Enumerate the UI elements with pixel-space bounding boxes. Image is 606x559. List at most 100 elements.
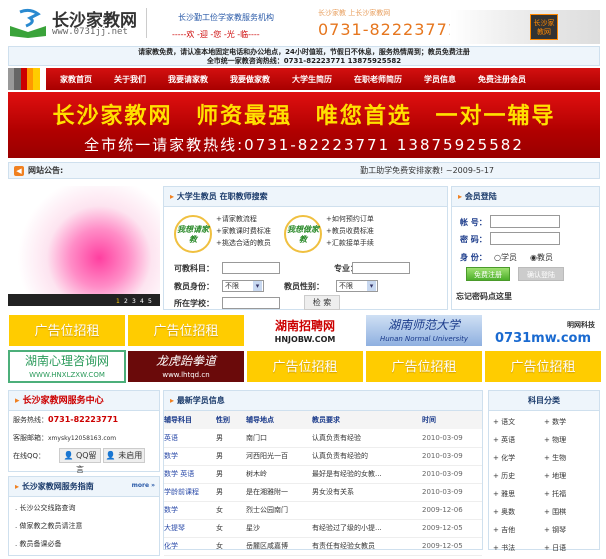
slogan: 长沙勤工俭学家教服务机构 — [178, 13, 274, 22]
ad-0731mw[interactable]: 明网科技 0731mw.com — [484, 314, 602, 347]
category-link[interactable]: + 奥数 — [493, 507, 544, 517]
qq-disabled-button[interactable]: 👤 未启用 — [103, 448, 145, 463]
slide-5[interactable]: 5 — [148, 298, 152, 305]
cell-subject[interactable]: 数学 — [164, 501, 216, 520]
role-student-radio[interactable]: ○学员 — [494, 252, 517, 263]
ad-hunan-normal[interactable]: 湖南师范大学 Hunan Normal University — [365, 314, 483, 347]
login-panel: 会员登陆 帐 号： 密 码： 身 份： ○学员 ◉教员 免费注册 确认登陆 忘记… — [451, 186, 600, 310]
cell-subject[interactable]: 大提琴 — [164, 519, 216, 538]
link-hire-process[interactable]: +请家教流程 — [216, 213, 271, 225]
ad-slot[interactable]: 广告位招租 — [127, 314, 245, 347]
major-input[interactable] — [352, 262, 410, 274]
flash-slideshow[interactable]: 1 2 3 4 5 — [8, 186, 160, 306]
slide-4[interactable]: 4 — [140, 298, 144, 305]
category-link[interactable]: + 日语 — [544, 543, 595, 553]
category-link[interactable]: + 围棋 — [544, 507, 595, 517]
link-choose-teacher[interactable]: +挑选合适的教员 — [216, 237, 271, 249]
cell-subject[interactable]: 学龄前课程 — [164, 483, 216, 502]
category-link[interactable]: + 数学 — [544, 417, 595, 427]
search-button[interactable]: 检 索 — [304, 295, 340, 310]
ad-hnjobw-title: 湖南招聘网 — [274, 319, 335, 333]
category-link[interactable]: + 地理 — [544, 471, 595, 481]
category-link[interactable]: + 历史 — [493, 471, 544, 481]
become-tutor-badge[interactable]: 我想做家教 — [284, 215, 322, 253]
link-book-order[interactable]: +如何预约订单 — [326, 213, 374, 225]
ad-slot[interactable]: 广告位招租 — [484, 350, 602, 383]
notice-band: 请家教免费，请认准本地固定电话和办公地点，24小时值班，节假日不休息，服务热情周… — [8, 46, 600, 66]
link-fee-standard[interactable]: +家教课时费标准 — [216, 225, 271, 237]
subject-input[interactable] — [222, 262, 280, 274]
nav-home[interactable]: 家教首页 — [60, 74, 92, 85]
ad-hnxlzxw[interactable]: 湖南心理咨询网 WWW.HNXLZXW.COM — [8, 350, 126, 383]
guide-item[interactable]: . 做家教之教员请注意 — [15, 521, 82, 531]
cell-subject[interactable]: 数学 英语 — [164, 465, 216, 484]
ad-slot[interactable]: 广告位招租 — [246, 350, 364, 383]
slide-2[interactable]: 2 — [124, 298, 128, 305]
ad-lhtqd[interactable]: 龙虎跆拳道 www.lhtqd.cn — [127, 350, 245, 383]
password-input[interactable] — [490, 232, 560, 245]
category-link[interactable]: + 化学 — [493, 453, 544, 463]
login-button[interactable]: 确认登陆 — [518, 267, 564, 281]
account-input[interactable] — [490, 215, 560, 228]
category-link[interactable]: + 托福 — [544, 489, 595, 499]
nav-about[interactable]: 关于我们 — [114, 74, 146, 85]
link-remit[interactable]: +汇款接单手续 — [326, 237, 374, 249]
account-label: 帐 号： — [460, 218, 487, 227]
cell-requirement: 认真负责有经验 — [312, 429, 422, 448]
table-row[interactable]: 英语男南门口 认真负责有经验 2010-03-09 — [164, 429, 482, 448]
forgot-password-link[interactable]: 忘记密码点这里 — [456, 291, 512, 302]
category-link[interactable]: + 语文 — [493, 417, 544, 427]
hire-tutor-badge[interactable]: 我想请家教 — [174, 215, 212, 253]
school-input[interactable] — [222, 297, 280, 309]
ad-lhtqd-title: 龙虎跆拳道 — [155, 354, 216, 368]
cell-subject[interactable]: 化学 — [164, 537, 216, 556]
category-link[interactable]: + 生物 — [544, 453, 595, 463]
ad-hnjobw[interactable]: 湖南招聘网 HNJOBW.COM — [246, 314, 364, 347]
cell-subject[interactable]: 英语 — [164, 429, 216, 448]
guide-item[interactable]: . 长沙公交线路查询 — [15, 503, 75, 513]
register-button[interactable]: 免费注册 — [466, 267, 510, 281]
service-center: 长沙家教网服务中心 服务热线：0731-82223771 客服邮箱：xmysky… — [8, 390, 160, 474]
header-phone: 0731-82223771 — [318, 20, 459, 39]
category-link[interactable]: + 英语 — [493, 435, 544, 445]
gender-select[interactable]: 不限 — [336, 280, 378, 292]
ad-slot[interactable]: 广告位招租 — [8, 314, 126, 347]
table-row[interactable]: 数学 英语男树木岭 最好是有经验的女教... 2010-03-09 — [164, 465, 482, 484]
identity-select[interactable]: 不限 — [222, 280, 264, 292]
identity-label: 教员身份： — [174, 282, 214, 291]
table-row[interactable]: 数学男河西阳光一百 认真负责有经验的 2010-03-09 — [164, 447, 482, 466]
table-row[interactable]: 大提琴女星沙 有经验过了级的小提... 2009-12-05 — [164, 519, 482, 538]
password-label: 密 码： — [460, 235, 487, 244]
table-row[interactable]: 学龄前课程男是在湘雅附一 男女没有关系 2010-03-09 — [164, 483, 482, 502]
more-link[interactable]: more » — [132, 482, 155, 489]
divider — [146, 8, 147, 38]
nav-student-resumes[interactable]: 大学生简历 — [292, 74, 332, 85]
slide-3[interactable]: 3 — [132, 298, 136, 305]
link-teacher-fee[interactable]: +教员收费标准 — [326, 225, 374, 237]
category-link[interactable]: + 钢琴 — [544, 525, 595, 535]
qq-message-button[interactable]: 👤 QQ留言 — [59, 448, 101, 474]
nav-register[interactable]: 免费注册会员 — [478, 74, 526, 85]
ad-slot[interactable]: 广告位招租 — [365, 350, 483, 383]
announcement-text[interactable]: 勤工助学免费安排家教! ~2009-5-17 — [360, 165, 494, 176]
nav-hire-tutor[interactable]: 我要请家教 — [168, 74, 208, 85]
nav-student-info[interactable]: 学员信息 — [424, 74, 456, 85]
service-title: 长沙家教网服务中心 — [9, 391, 159, 411]
cell-subject[interactable]: 数学 — [164, 447, 216, 466]
nav-become-tutor[interactable]: 我要做家教 — [230, 74, 270, 85]
table-row[interactable]: 化学女岳麓区咸嘉博 有责任有经验女教员 2009-12-05 — [164, 537, 482, 556]
category-link[interactable]: + 雅思 — [493, 489, 544, 499]
table-row[interactable]: 数学女烈士公园南门 2009-12-06 — [164, 501, 482, 520]
announcement-bar: ◀ 网站公告: 勤工助学免费安排家教! ~2009-5-17 — [8, 162, 600, 179]
category-link[interactable]: + 吉他 — [493, 525, 544, 535]
role-teacher-radio[interactable]: ◉教员 — [530, 252, 553, 263]
cell-requirement: 认真负责有经验的 — [312, 447, 422, 466]
cell-requirement: 有经验过了级的小提... — [312, 519, 422, 538]
main-nav: 家教首页 关于我们 我要请家教 我要做家教 大学生简历 在职老师简历 学员信息 … — [8, 68, 600, 90]
nav-teacher-resumes[interactable]: 在职老师简历 — [354, 74, 402, 85]
slide-1[interactable]: 1 — [116, 298, 120, 305]
category-link[interactable]: + 物理 — [544, 435, 595, 445]
students-title: 最新学员信息 — [164, 391, 482, 411]
logo-icon — [8, 8, 48, 38]
category-link[interactable]: + 书法 — [493, 543, 544, 553]
